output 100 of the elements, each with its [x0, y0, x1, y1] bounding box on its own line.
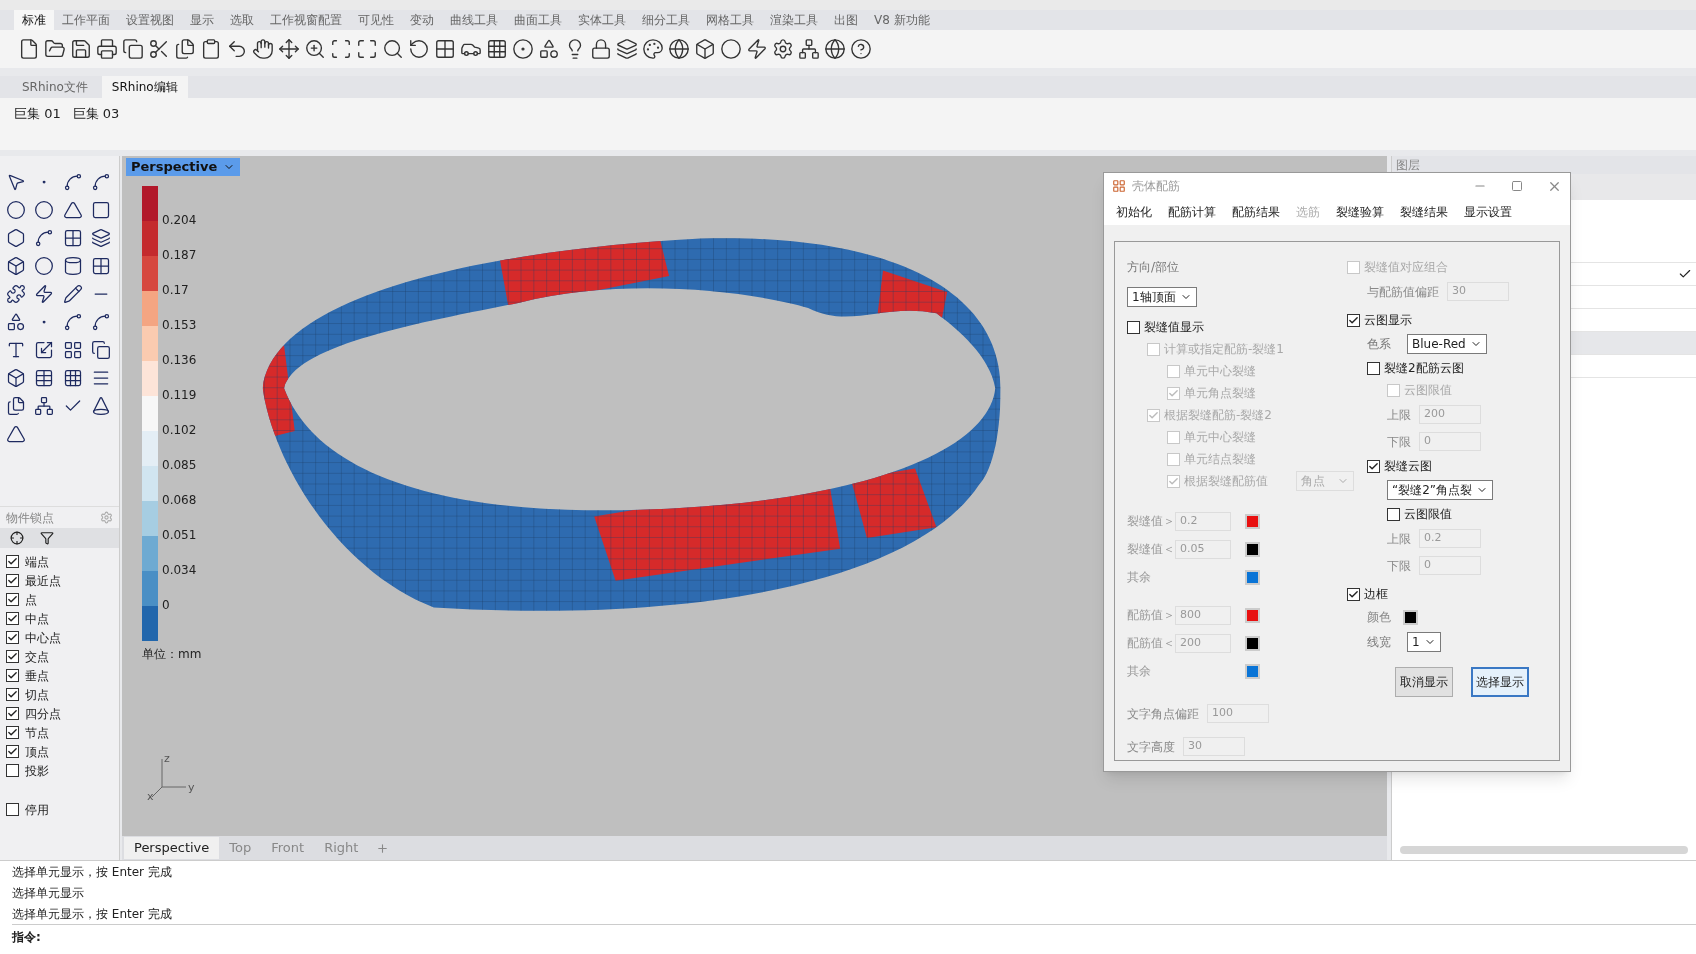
checkbox[interactable]: [6, 669, 19, 682]
filter-icon[interactable]: [40, 531, 54, 545]
settings-icon[interactable]: [772, 38, 794, 60]
command-prompt[interactable]: 指令:: [12, 924, 1696, 948]
checkbox[interactable]: [1127, 320, 1140, 334]
pointer-icon[interactable]: [6, 172, 26, 192]
checkbox[interactable]: [1387, 507, 1400, 521]
polygon-icon[interactable]: [6, 228, 26, 248]
spheres-icon[interactable]: [34, 256, 55, 276]
surface-icon[interactable]: [62, 228, 83, 248]
dialog-tab[interactable]: 显示设置: [1458, 203, 1518, 221]
macro-button[interactable]: 巨集 01: [14, 104, 61, 124]
toolbar-tab[interactable]: SRhino编辑: [101, 76, 188, 98]
rotate-icon[interactable]: [408, 38, 430, 60]
checkbox[interactable]: [6, 707, 19, 720]
sphere-icon[interactable]: [720, 38, 742, 60]
undo-icon[interactable]: [226, 38, 248, 60]
rectangle-icon[interactable]: [90, 200, 111, 220]
shapes-icon[interactable]: [538, 38, 560, 60]
toolbar-tab[interactable]: SRhino文件: [12, 76, 98, 98]
menu-tab[interactable]: 细分工具: [634, 10, 698, 30]
lock-icon[interactable]: [590, 38, 612, 60]
burst-icon[interactable]: [34, 284, 55, 304]
checkbox[interactable]: [6, 803, 19, 816]
dropdown[interactable]: 1: [1407, 632, 1441, 652]
viewport-tab[interactable]: Top: [219, 837, 262, 859]
palette-icon[interactable]: [642, 38, 664, 60]
checkbox[interactable]: [1347, 587, 1360, 601]
checkbox[interactable]: [6, 555, 19, 568]
mesh-grid-icon[interactable]: [486, 38, 508, 60]
checkbox[interactable]: [6, 650, 19, 663]
cylinder-icon[interactable]: [62, 256, 83, 276]
checkbox[interactable]: [6, 593, 19, 606]
solid-icon[interactable]: [6, 368, 26, 388]
trim-icon[interactable]: [62, 284, 83, 304]
menu-tab[interactable]: 工作视窗配置: [262, 10, 350, 30]
save-icon[interactable]: [70, 38, 92, 60]
cone-icon[interactable]: [90, 396, 111, 416]
dialog-tab[interactable]: 初始化: [1110, 203, 1158, 221]
globe-icon[interactable]: [668, 38, 690, 60]
hand-icon[interactable]: [252, 38, 274, 60]
checkbox[interactable]: [1367, 459, 1380, 473]
dialog-tab[interactable]: 裂缝结果: [1394, 203, 1454, 221]
menu-tab[interactable]: 变动: [402, 10, 442, 30]
scan-icon[interactable]: [330, 38, 352, 60]
copy-icon[interactable]: [122, 38, 144, 60]
help-icon[interactable]: [850, 38, 872, 60]
ellipse-icon[interactable]: [34, 200, 55, 220]
color-swatch[interactable]: [1403, 609, 1418, 625]
circle-dot-icon[interactable]: [512, 38, 534, 60]
viewport-tab[interactable]: Front: [261, 837, 315, 859]
dropdown[interactable]: Blue-Red: [1407, 334, 1487, 354]
printer-icon[interactable]: [96, 38, 118, 60]
lightning-icon[interactable]: [746, 38, 768, 60]
menu-tab[interactable]: 选取: [222, 10, 262, 30]
checkbox[interactable]: [6, 574, 19, 587]
files-icon[interactable]: [174, 38, 196, 60]
earth-icon[interactable]: [824, 38, 846, 60]
scrollbar[interactable]: [1400, 846, 1688, 854]
pyramid-icon[interactable]: [6, 424, 26, 444]
scale-icon[interactable]: [34, 340, 55, 360]
cube-icon[interactable]: [6, 256, 26, 276]
checkbox[interactable]: [1367, 361, 1380, 375]
box-icon[interactable]: [694, 38, 716, 60]
dialog-button[interactable]: 取消显示: [1395, 667, 1453, 697]
scissors-icon[interactable]: [148, 38, 170, 60]
dialog-tab[interactable]: 配筋计算: [1162, 203, 1222, 221]
file-icon[interactable]: [18, 38, 40, 60]
panels-icon[interactable]: [6, 396, 26, 416]
dialog-tab[interactable]: 配筋结果: [1226, 203, 1286, 221]
array-icon[interactable]: [62, 368, 83, 388]
rotate-copy-icon[interactable]: [90, 340, 111, 360]
checkbox[interactable]: [6, 726, 19, 739]
folder-icon[interactable]: [44, 38, 66, 60]
layers-icon[interactable]: [616, 38, 638, 60]
dashed-arc-icon[interactable]: [90, 312, 111, 332]
grid-icon[interactable]: [434, 38, 456, 60]
menu-tab[interactable]: 渲染工具: [762, 10, 826, 30]
zoom-in-icon[interactable]: [304, 38, 326, 60]
checkbox[interactable]: [6, 612, 19, 625]
sheet-icon[interactable]: [90, 228, 111, 248]
menu-tab[interactable]: 标准: [14, 10, 54, 30]
analysis-icon[interactable]: [34, 396, 55, 416]
hatch-icon[interactable]: [34, 368, 55, 388]
checkbox[interactable]: [6, 631, 19, 644]
menu-tab[interactable]: 网格工具: [698, 10, 762, 30]
arc-curve-icon[interactable]: [62, 312, 83, 332]
menu-tab[interactable]: 设置视图: [118, 10, 182, 30]
maximize-icon[interactable]: [356, 38, 378, 60]
search-icon[interactable]: [382, 38, 404, 60]
menu-tab[interactable]: 出图: [826, 10, 866, 30]
menu-tab[interactable]: 显示: [182, 10, 222, 30]
fillet-icon[interactable]: [34, 228, 55, 248]
add-icon[interactable]: [376, 841, 390, 855]
patch-icon[interactable]: [90, 256, 111, 276]
menu-tab[interactable]: 曲面工具: [506, 10, 570, 30]
menu-tab[interactable]: V8 新功能: [866, 10, 938, 30]
puzzle-icon[interactable]: [6, 284, 26, 304]
menu-tab[interactable]: 实体工具: [570, 10, 634, 30]
circles-icon[interactable]: [6, 312, 26, 332]
